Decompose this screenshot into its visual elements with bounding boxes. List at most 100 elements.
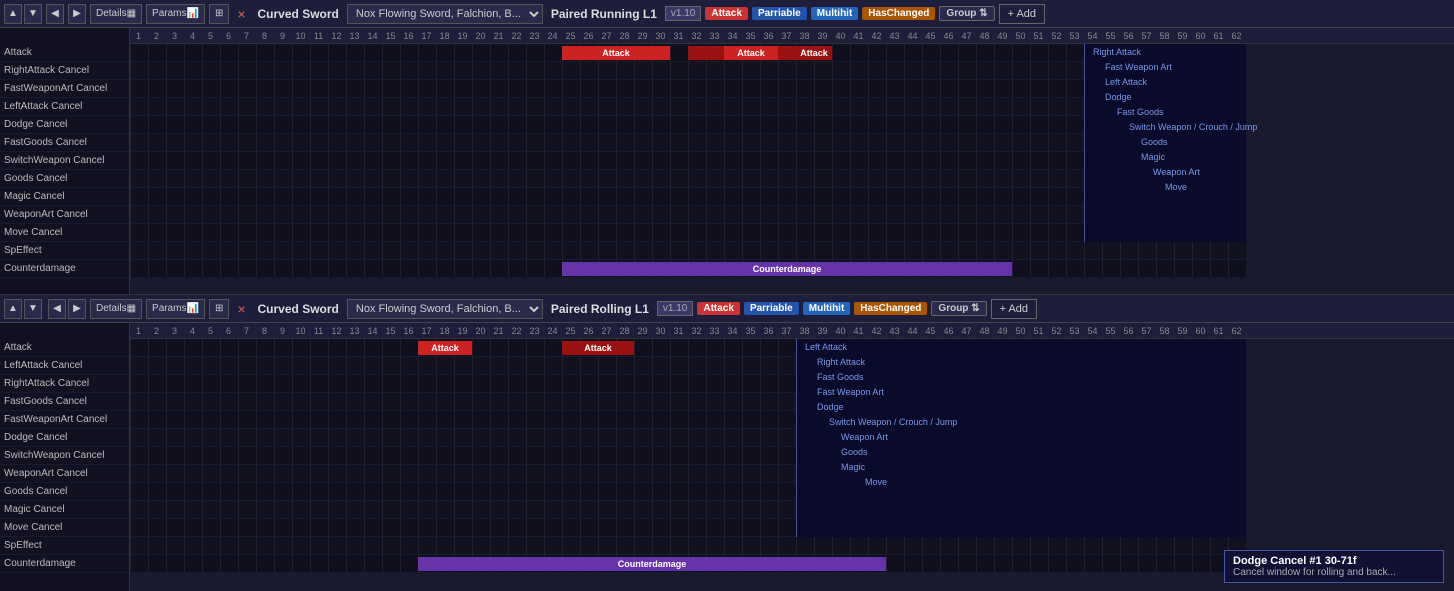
combo-select-bottom[interactable]: Nox Flowing Sword, Falchion, B...	[347, 299, 543, 319]
grid-line	[364, 429, 365, 446]
tag-multihit-top[interactable]: Multihit	[811, 7, 859, 20]
tag-parriable-bottom[interactable]: Parriable	[744, 302, 799, 315]
grid-line	[1066, 98, 1067, 115]
params-btn-top[interactable]: Params 📊	[146, 4, 205, 24]
timeline-bar[interactable]: Attack	[796, 46, 832, 60]
grid-btn-top[interactable]: ⊞	[209, 4, 229, 24]
grid-line	[904, 242, 905, 259]
grid-line	[634, 483, 635, 500]
grid-line	[688, 188, 689, 205]
grid-line	[256, 260, 257, 277]
grid-line	[544, 375, 545, 392]
frame-number: 54	[1084, 323, 1102, 338]
grid-line	[292, 483, 293, 500]
combo-select-top[interactable]: Nox Flowing Sword, Falchion, B...	[347, 4, 543, 24]
grid-line	[1048, 555, 1049, 572]
grid-line	[148, 519, 149, 536]
timeline-bar[interactable]: Attack	[562, 46, 670, 60]
timeline-bar[interactable]: Attack	[724, 46, 778, 60]
grid-line	[184, 224, 185, 241]
details-btn-bottom[interactable]: Details ▦	[90, 299, 142, 319]
grid-line	[616, 519, 617, 536]
grid-line	[508, 429, 509, 446]
timeline-bar[interactable]: Counterdamage	[418, 557, 886, 571]
tag-parriable-top[interactable]: Parriable	[752, 7, 807, 20]
timeline-bar[interactable]: Attack	[562, 341, 634, 355]
grid-line	[742, 80, 743, 97]
grid-line	[166, 242, 167, 259]
grid-line	[274, 224, 275, 241]
grid-line	[868, 170, 869, 187]
row-label: Move Cancel	[0, 519, 129, 537]
arrow-up-bottom[interactable]: ▲	[4, 299, 22, 319]
arrow-prev-bottom[interactable]: ◀	[48, 299, 66, 319]
grid-line	[490, 116, 491, 133]
grid-line	[886, 555, 887, 572]
grid-line	[778, 447, 779, 464]
tag-multihit-bottom[interactable]: Multihit	[803, 302, 851, 315]
grid-line	[742, 357, 743, 374]
frame-number: 3	[166, 28, 184, 43]
grid-line	[382, 375, 383, 392]
grid-line	[814, 170, 815, 187]
arrow-prev-top[interactable]: ◀	[46, 4, 64, 24]
grid-line	[958, 116, 959, 133]
grid-line	[454, 170, 455, 187]
group-btn-top[interactable]: Group ⇅	[939, 6, 994, 21]
grid-line	[256, 375, 257, 392]
frame-number: 4	[184, 323, 202, 338]
arrow-next-top[interactable]: ▶	[68, 4, 86, 24]
arrow-down-top[interactable]: ▼	[24, 4, 42, 24]
add-btn-bottom[interactable]: + Add	[991, 299, 1037, 319]
tag-haschanged-top[interactable]: HasChanged	[862, 7, 935, 20]
tag-attack-bottom[interactable]: Attack	[697, 302, 740, 315]
grid-line	[328, 501, 329, 518]
grid-line	[238, 357, 239, 374]
grid-line	[634, 411, 635, 428]
timeline-bar[interactable]: Counterdamage	[562, 262, 1012, 276]
frame-number: 57	[1138, 323, 1156, 338]
grid-line	[490, 375, 491, 392]
frame-number: 35	[742, 323, 760, 338]
grid-line	[688, 429, 689, 446]
timeline-bar[interactable]: Attack	[418, 341, 472, 355]
arrow-down-bottom[interactable]: ▼	[24, 299, 42, 319]
grid-line	[1030, 242, 1031, 259]
grid-line	[274, 465, 275, 482]
arrow-next-bottom[interactable]: ▶	[68, 299, 86, 319]
grid-line	[706, 339, 707, 356]
grid-line	[1066, 555, 1067, 572]
params-btn-bottom[interactable]: Params 📊	[146, 299, 205, 319]
close-btn-bottom[interactable]: ×	[233, 301, 249, 317]
grid-line	[364, 465, 365, 482]
grid-line	[166, 429, 167, 446]
grid-line	[256, 537, 257, 554]
grid-line	[544, 44, 545, 61]
grid-line	[436, 116, 437, 133]
grid-line	[382, 483, 383, 500]
close-btn-top[interactable]: ×	[233, 6, 249, 22]
grid-line	[796, 134, 797, 151]
grid-line	[724, 537, 725, 554]
grid-line	[670, 501, 671, 518]
grid-line	[616, 170, 617, 187]
grid-btn-bottom[interactable]: ⊞	[209, 299, 229, 319]
grid-line	[994, 44, 995, 61]
frame-number: 32	[688, 323, 706, 338]
grid-line	[364, 339, 365, 356]
grid-line	[634, 116, 635, 133]
grid-line	[490, 429, 491, 446]
grid-line	[562, 116, 563, 133]
add-btn-top[interactable]: + Add	[999, 4, 1045, 24]
tag-haschanged-bottom[interactable]: HasChanged	[854, 302, 927, 315]
tag-attack-top[interactable]: Attack	[705, 7, 748, 20]
grid-line	[130, 170, 131, 187]
grid-line	[292, 62, 293, 79]
arrow-up-top[interactable]: ▲	[4, 4, 22, 24]
grid-line	[544, 170, 545, 187]
grid-line	[292, 519, 293, 536]
grid-line	[742, 134, 743, 151]
group-btn-bottom[interactable]: Group ⇅	[931, 301, 986, 316]
details-btn-top[interactable]: Details ▦	[90, 4, 142, 24]
grid-line	[220, 116, 221, 133]
